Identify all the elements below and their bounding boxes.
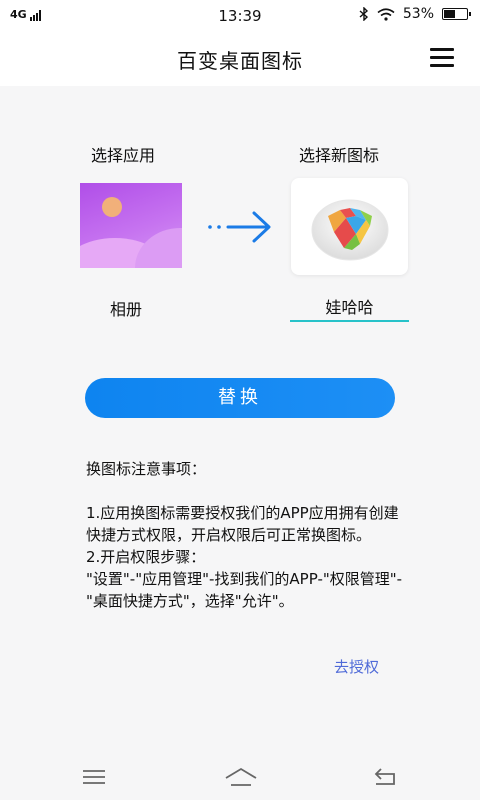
select-app-label: 选择应用 xyxy=(91,146,156,165)
selected-app-image[interactable] xyxy=(80,183,182,268)
system-nav-bar xyxy=(0,752,480,800)
menu-nav-icon[interactable] xyxy=(80,766,110,788)
arrow-right-icon xyxy=(208,211,271,243)
status-bar: 4G 13:39 53% xyxy=(0,0,480,32)
home-nav-icon[interactable] xyxy=(224,766,258,788)
notes-line-2: 2.开启权限步骤： xyxy=(86,548,206,566)
select-icon-label: 选择新图标 xyxy=(299,146,380,165)
notes-line-1: 1.应用换图标需要授权我们的APP应用拥有创建快捷方式权限，开启权限后可正常换图… xyxy=(86,504,399,544)
battery-percent: 53% xyxy=(402,6,434,22)
new-name-input[interactable] xyxy=(290,292,409,322)
app-name-label: 相册 xyxy=(110,300,143,319)
shirt-app-icon xyxy=(311,199,389,261)
app-bar: 百变桌面图标 xyxy=(0,32,480,86)
go-authorize-link[interactable]: 去授权 xyxy=(334,656,379,677)
wifi-icon xyxy=(377,7,395,21)
new-icon-picker[interactable] xyxy=(291,178,408,275)
replace-button[interactable]: 替换 xyxy=(85,378,395,418)
notes-line-3: "设置"-"应用管理"-找到我们的APP-"权限管理"-"桌面快捷方式"，选择"… xyxy=(86,570,403,610)
status-right: 53% xyxy=(359,6,471,22)
notes-heading: 换图标注意事项： xyxy=(86,460,207,478)
sun-shape xyxy=(102,197,122,217)
bluetooth-icon xyxy=(359,7,368,21)
back-nav-icon[interactable] xyxy=(372,766,402,788)
notes-section: 换图标注意事项： 1.应用换图标需要授权我们的APP应用拥有创建快捷方式权限，开… xyxy=(86,458,406,612)
page-title: 百变桌面图标 xyxy=(177,49,303,73)
battery-icon xyxy=(442,8,471,20)
hamburger-menu-icon[interactable] xyxy=(430,48,454,68)
